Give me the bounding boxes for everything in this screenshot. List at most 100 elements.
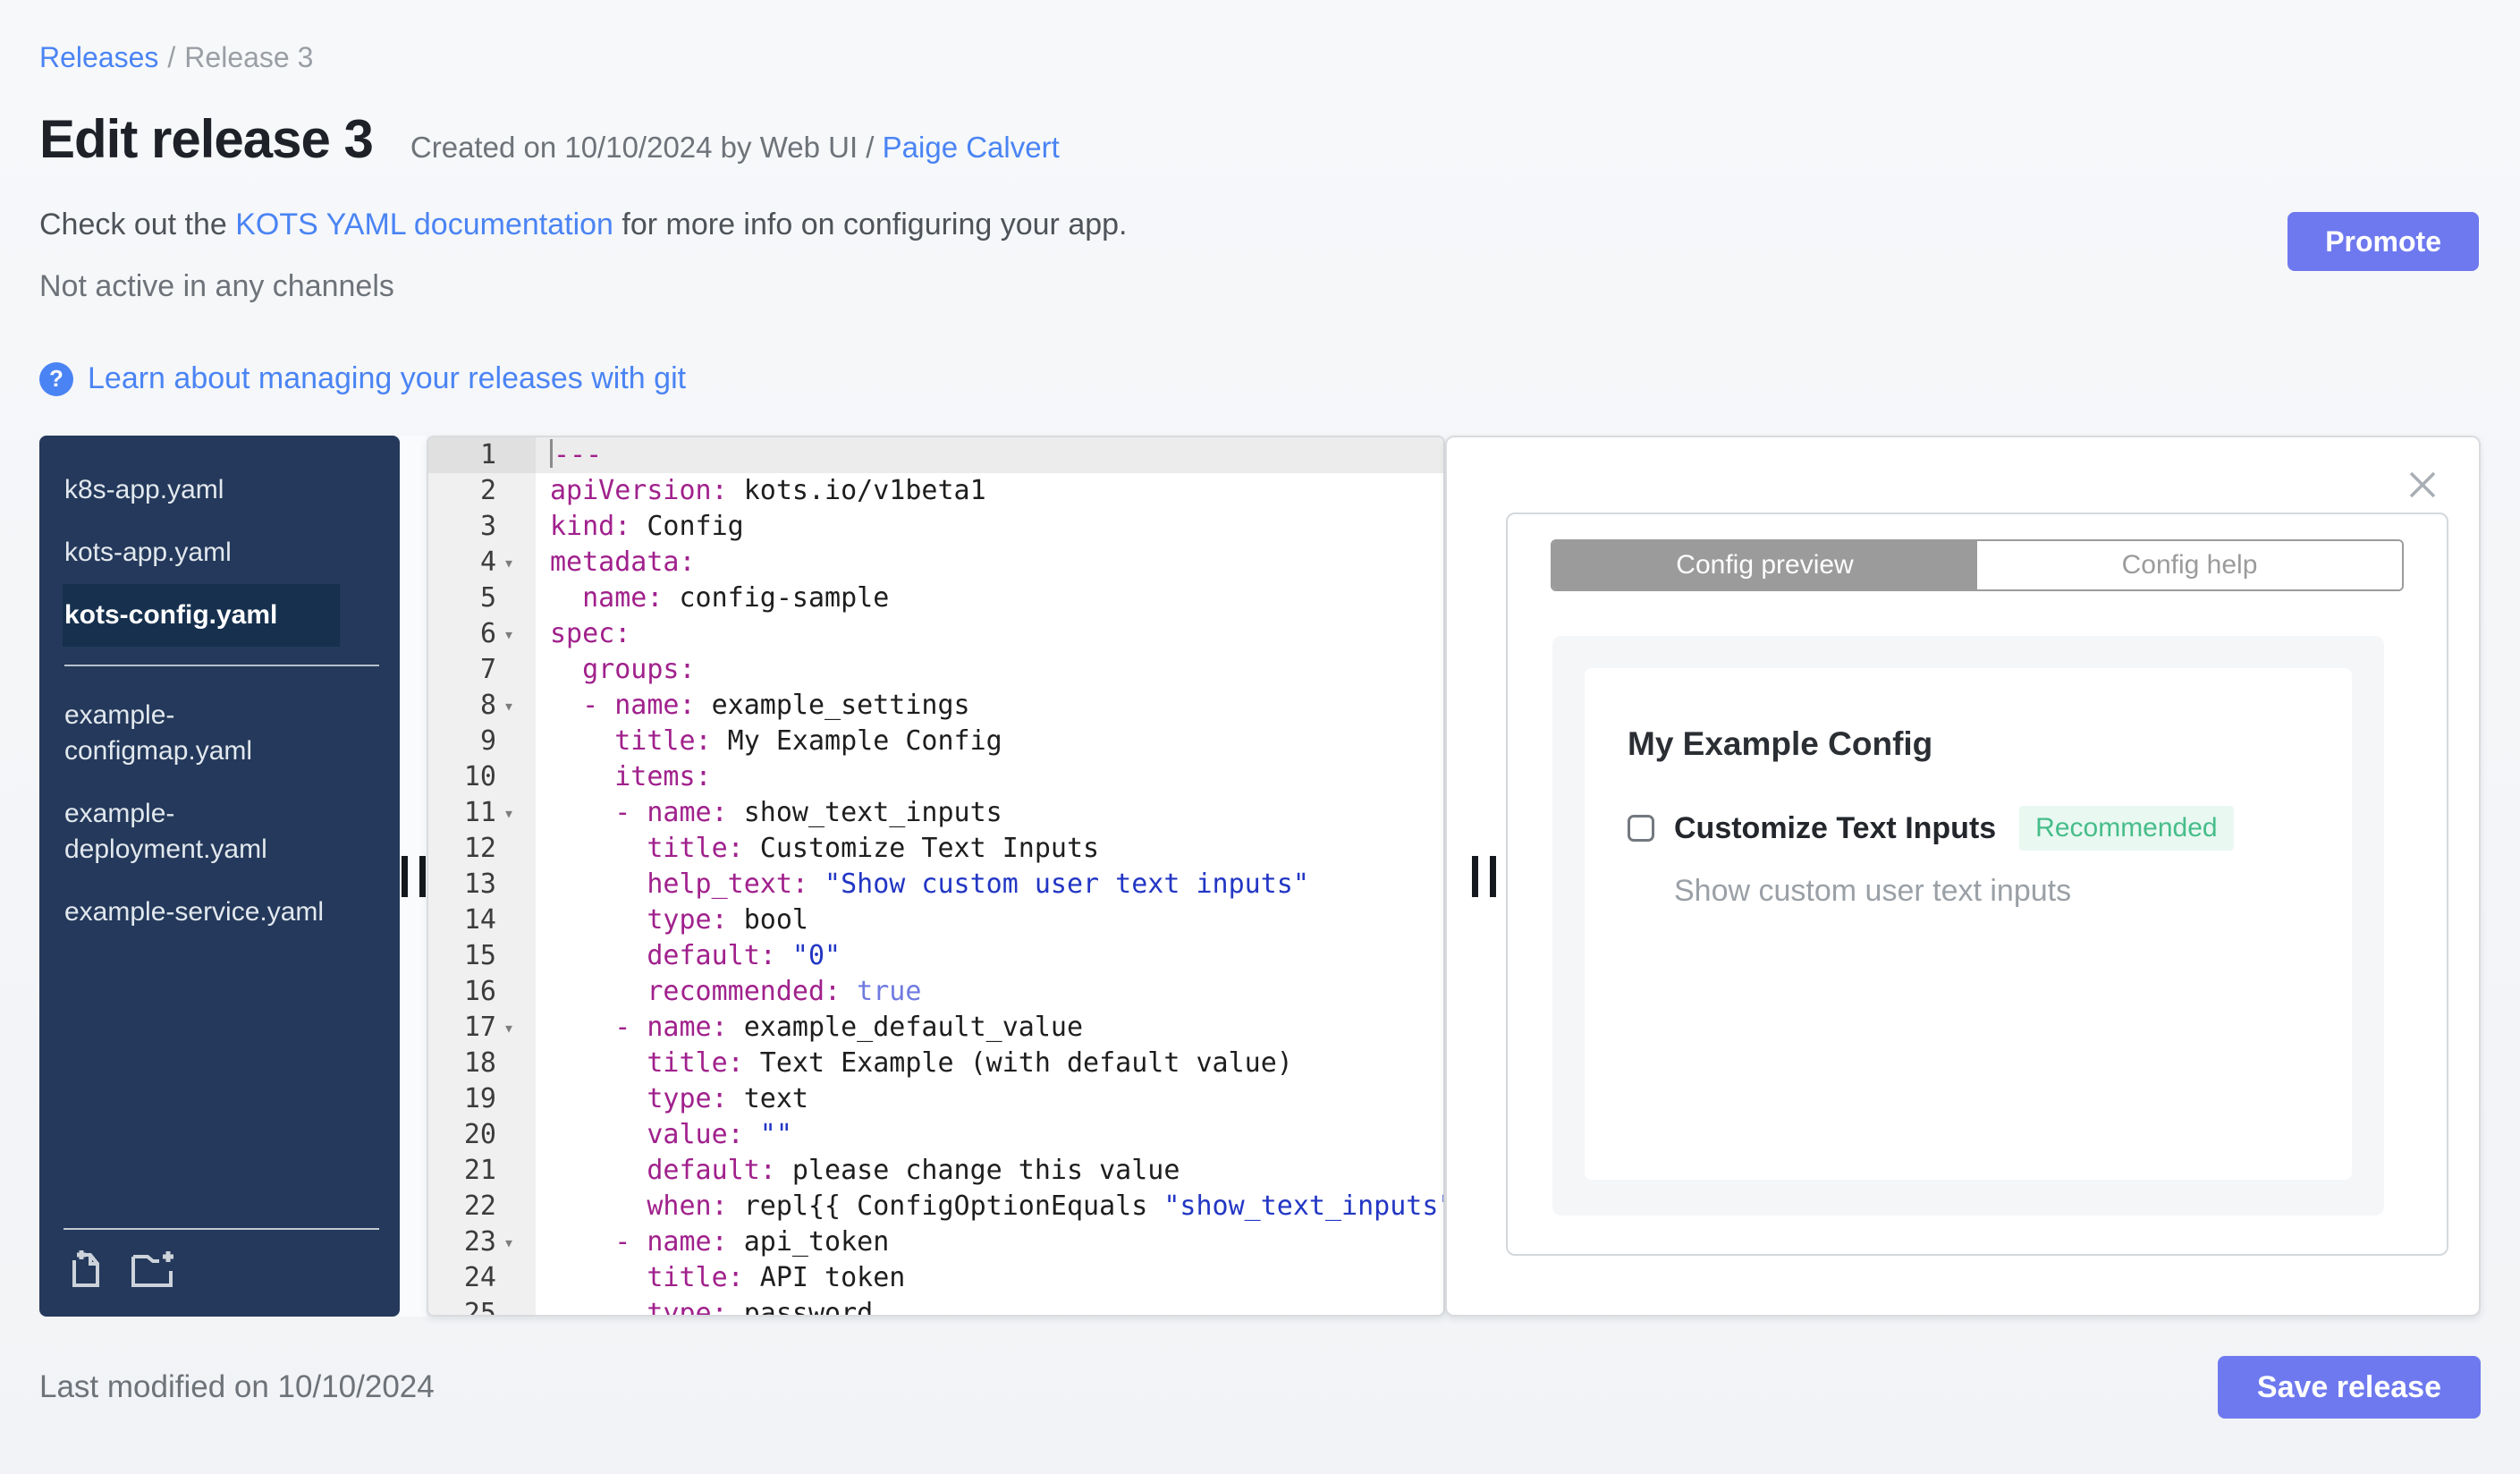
file-item[interactable]: kots-config.yaml xyxy=(63,584,340,647)
code-line[interactable]: 10 items: xyxy=(428,759,1443,795)
code-text: type: password xyxy=(647,1298,874,1317)
code-text: items: xyxy=(614,761,712,792)
line-number: 3 xyxy=(428,509,536,545)
code-text: title: My Example Config xyxy=(614,725,1002,757)
yaml-code-editor[interactable]: 1 --- 2 apiVersion: kots.io/v1beta1 3 kind: C… xyxy=(427,436,1445,1317)
breadcrumb-separator: / xyxy=(167,41,176,73)
config-item-help-text: Show custom user text inputs xyxy=(1674,874,2072,908)
docs-line: Check out the KOTS YAML documentation fo… xyxy=(39,208,2481,242)
code-line[interactable]: 24 title: API token xyxy=(428,1260,1443,1296)
code-text: title: Customize Text Inputs xyxy=(647,833,1100,864)
kots-yaml-docs-link[interactable]: KOTS YAML documentation xyxy=(235,208,613,241)
drag-handle[interactable] xyxy=(1472,855,1496,897)
customize-text-inputs-checkbox[interactable] xyxy=(1628,815,1654,842)
code-text: help_text: "Show custom user text inputs… xyxy=(647,868,1309,900)
code-line[interactable]: 25 type: password xyxy=(428,1296,1443,1317)
tab-config-preview[interactable]: Config preview xyxy=(1552,541,1977,589)
fold-arrow-icon[interactable]: ▾ xyxy=(503,545,536,580)
tab-config-help[interactable]: Config help xyxy=(1977,541,2402,589)
fold-arrow-icon[interactable]: ▾ xyxy=(503,795,536,831)
created-by-link[interactable]: Paige Calvert xyxy=(883,131,1060,164)
code-text: default: "0" xyxy=(647,940,841,971)
file-sidebar: k8s-app.yaml kots-app.yaml kots-config.yam… xyxy=(39,436,400,1317)
file-item[interactable]: example-configmap.yaml xyxy=(63,684,340,783)
file-list-divider xyxy=(64,665,379,666)
line-number: 23 ▾ xyxy=(428,1224,536,1260)
page-title: Edit release 3 xyxy=(39,109,374,169)
code-text: - name: show_text_inputs xyxy=(614,797,1002,828)
code-text: apiVersion: kots.io/v1beta1 xyxy=(550,475,986,506)
code-line[interactable]: 13 help_text: "Show custom user text inp… xyxy=(428,867,1443,902)
promote-button[interactable]: Promote xyxy=(2287,212,2479,271)
code-text: - name: api_token xyxy=(614,1226,890,1258)
code-text: when: repl{{ ConfigOptionEquals "show_te… xyxy=(647,1190,1443,1222)
code-line[interactable]: 17 ▾ - name: example_default_value xyxy=(428,1010,1443,1046)
fold-arrow-icon[interactable]: ▾ xyxy=(503,688,536,724)
git-releases-link[interactable]: ? Learn about managing your releases wit… xyxy=(39,361,686,396)
config-group-title: My Example Config xyxy=(1628,725,1933,762)
code-line[interactable]: 22 when: repl{{ ConfigOptionEquals "show… xyxy=(428,1189,1443,1224)
code-line[interactable]: 18 title: Text Example (with default val… xyxy=(428,1046,1443,1081)
close-icon[interactable] xyxy=(2404,466,2441,504)
code-text: title: Text Example (with default value) xyxy=(647,1047,1293,1079)
text-cursor xyxy=(550,439,553,468)
file-item[interactable]: example-service.yaml xyxy=(63,881,340,944)
code-line[interactable]: 19 type: text xyxy=(428,1081,1443,1117)
line-number: 14 xyxy=(428,902,536,938)
code-text: groups: xyxy=(582,654,696,685)
line-number: 22 xyxy=(428,1189,536,1224)
code-line[interactable]: 15 default: "0" xyxy=(428,938,1443,974)
docs-suffix: for more info on configuring your app. xyxy=(613,208,1128,241)
code-line[interactable]: 8 ▾ - name: example_settings xyxy=(428,688,1443,724)
code-line[interactable]: 2 apiVersion: kots.io/v1beta1 xyxy=(428,473,1443,509)
file-item[interactable]: kots-app.yaml xyxy=(63,521,340,584)
release-editor-workspace: k8s-app.yaml kots-app.yaml kots-config.yam… xyxy=(39,436,2481,1317)
line-number: 17 ▾ xyxy=(428,1010,536,1046)
save-release-button[interactable]: Save release xyxy=(2217,1356,2481,1419)
code-line[interactable]: 21 default: please change this value xyxy=(428,1153,1443,1189)
breadcrumb-current: Release 3 xyxy=(184,41,314,73)
page: Releases / Release 3 Edit release 3 Create… xyxy=(0,0,2520,1474)
code-line[interactable]: 23 ▾ - name: api_token xyxy=(428,1224,1443,1260)
code-line[interactable]: 9 title: My Example Config xyxy=(428,724,1443,759)
help-circle-icon: ? xyxy=(39,361,73,396)
code-line[interactable]: 20 value: "" xyxy=(428,1117,1443,1153)
code-text: recommended: true xyxy=(647,976,922,1007)
line-number: 5 xyxy=(428,580,536,616)
code-line[interactable]: 7 groups: xyxy=(428,652,1443,688)
code-line[interactable]: 3 kind: Config xyxy=(428,509,1443,545)
sidebar-resize-gutter[interactable] xyxy=(400,436,427,1317)
channel-status: Not active in any channels xyxy=(39,269,394,303)
fold-arrow-icon[interactable]: ▾ xyxy=(503,616,536,652)
file-item[interactable]: example-deployment.yaml xyxy=(63,783,340,881)
add-folder-icon[interactable] xyxy=(130,1248,176,1293)
fold-arrow-icon[interactable]: ▾ xyxy=(503,1010,536,1046)
config-group-card: My Example Config Customize Text Inputs … xyxy=(1585,668,2352,1180)
line-number: 16 xyxy=(428,974,536,1010)
code-line[interactable]: 12 title: Customize Text Inputs xyxy=(428,831,1443,867)
code-line[interactable]: 4 ▾ metadata: xyxy=(428,545,1443,580)
line-number: 13 xyxy=(428,867,536,902)
file-item[interactable]: k8s-app.yaml xyxy=(63,459,340,521)
breadcrumb-releases-link[interactable]: Releases xyxy=(39,41,158,73)
code-line[interactable]: 16 recommended: true xyxy=(428,974,1443,1010)
config-card: Config preview Config help My Example Con… xyxy=(1506,513,2448,1256)
drag-handle[interactable] xyxy=(401,855,426,897)
code-line[interactable]: 1 --- xyxy=(428,437,1443,473)
code-line[interactable]: 14 type: bool xyxy=(428,902,1443,938)
code-line[interactable]: 6 ▾ spec: xyxy=(428,616,1443,652)
code-text: type: bool xyxy=(647,904,808,936)
config-preview-pane: Config preview Config help My Example Con… xyxy=(1445,436,2481,1317)
add-file-icon[interactable] xyxy=(65,1248,106,1293)
code-line[interactable]: 5 name: config-sample xyxy=(428,580,1443,616)
code-line[interactable]: 11 ▾ - name: show_text_inputs xyxy=(428,795,1443,831)
code-text: kind: Config xyxy=(550,511,744,542)
line-number: 8 ▾ xyxy=(428,688,536,724)
fold-arrow-icon[interactable]: ▾ xyxy=(503,1224,536,1260)
